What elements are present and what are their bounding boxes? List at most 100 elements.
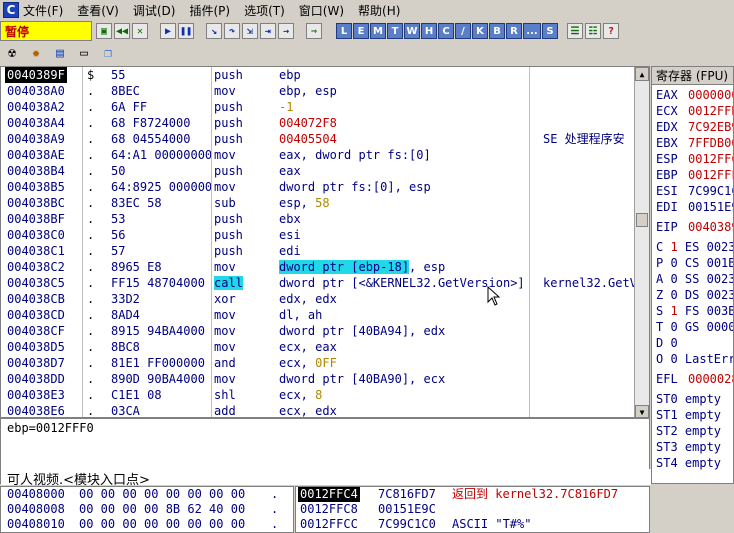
flag-z[interactable]: Z 0 DS 0023 [656,287,733,303]
log-window-button[interactable]: L [336,23,352,39]
stack-pane[interactable]: 0012FFC4 7C816FD7 返回到 kernel32.7C816FD7 001… [295,486,650,533]
register-esi[interactable]: ESI7C99C1C0 [656,183,733,199]
flag-a[interactable]: A 0 SS 0023 [656,271,733,287]
flag-p[interactable]: P 0 CS 001B [656,255,733,271]
disassembly-row[interactable]: 004038A9. 68 04554000 push 00405504 SE 处理程序安 [1,131,649,147]
references-button[interactable]: R [506,23,522,39]
disassembly-row[interactable]: 004038CF. 8915 94BA4000 mov dword ptr [40BA… [1,323,649,339]
register-ebp[interactable]: EBP0012FFF0 [656,167,733,183]
disassembly-row[interactable]: 004038A0. 8BEC mov ebp, esp [1,83,649,99]
disassembly-row[interactable]: 004038C1. 57 push edi [1,243,649,259]
pause-icon[interactable]: ❚❚ [178,23,194,39]
handles-button[interactable]: H [421,23,437,39]
bug-icon[interactable]: ✹ [27,45,45,61]
disassembly-row[interactable]: 004038C5. FF15 48704000 call dword ptr [<&K… [1,275,649,291]
dump-row[interactable]: 00408010 00 00 00 00 00 00 00 00. [1,517,293,532]
scroll-thumb[interactable] [636,213,648,227]
disassembly-row[interactable]: 004038A2. 6A FF push -1 [1,99,649,115]
instruction-operands: ecx, 0FF [279,356,337,370]
breakpoints-button[interactable]: B [489,23,505,39]
register-edi[interactable]: EDI00151E9C [656,199,733,215]
disassembly-row[interactable]: 004038D5. 8BC8 mov ecx, eax [1,339,649,355]
close-process-icon[interactable]: ✕ [132,23,148,39]
executable-modules-button[interactable]: E [353,23,369,39]
menu-options[interactable]: 选项(T) [244,2,285,19]
menu-window[interactable]: 窗口(W) [299,2,344,19]
step-into-icon[interactable]: ↘ [206,23,222,39]
pe-icon[interactable]: ▭ [75,45,93,61]
register-efl[interactable]: EFL00000287 [656,371,733,387]
menu-file[interactable]: 文件(F) [23,2,63,19]
radiation-icon[interactable]: ☢ [3,45,21,61]
go-to-address-icon[interactable]: ⇒ [306,23,322,39]
register-edx[interactable]: EDX7C92EB94 [656,119,733,135]
menu-plugins[interactable]: 插件(P) [189,2,230,19]
stack-row[interactable]: 0012FFC4 7C816FD7 返回到 kernel32.7C816FD7 [296,487,649,502]
flag-s[interactable]: S 1 FS 003B [656,303,733,319]
disassembly-row[interactable]: 004038B5. 64:8925 00000000mov dword ptr fs… [1,179,649,195]
fpu-register-st0[interactable]: ST0 empty [656,391,721,407]
disassembly-row[interactable]: 004038E3. C1E1 08 shl ecx, 8 [1,387,649,403]
scroll-down-icon[interactable]: ▼ [635,405,649,417]
memory-dump-pane[interactable]: 00408000 00 00 00 00 00 00 00 00. 00408008… [0,486,294,533]
cpu-button[interactable]: C [438,23,454,39]
fpu-register-st2[interactable]: ST2 empty [656,423,721,439]
stack-row[interactable]: 0012FFC8 00151E9C [296,502,649,517]
disassembly-row[interactable]: 004038CD. 8AD4 mov dl, ah [1,307,649,323]
dump-row[interactable]: 00408000 00 00 00 00 00 00 00 00. [1,487,293,502]
source-button[interactable]: S [542,23,558,39]
disassembly-row[interactable]: 004038C0. 56 push esi [1,227,649,243]
fpu-register-st3[interactable]: ST3 empty [656,439,721,455]
menu-debug[interactable]: 调试(D) [133,2,176,19]
disassembly-pane[interactable]: 0040389F $55 push ebp 004038A0. 8BEC mov ebp, e… [0,66,650,418]
threads-button[interactable]: T [387,23,403,39]
disassembly-row[interactable]: 004038E6. 03CA add ecx, edx [1,403,649,417]
notes-icon[interactable]: ❐ [99,45,117,61]
disassembly-row[interactable]: 004038DD. 890D 90BA4000 mov dword ptr [40BA… [1,371,649,387]
disassembly-row[interactable]: 004038B4. 50 push eax [1,163,649,179]
list-view-icon[interactable]: ☰ [567,23,583,39]
menu-view[interactable]: 查看(V) [77,2,119,19]
flag-c[interactable]: C 1 ES 0023 [656,239,733,255]
menu-help[interactable]: 帮助(H) [358,2,400,19]
run-icon[interactable]: ▶ [160,23,176,39]
execute-till-return-icon[interactable]: → [278,23,294,39]
options-icon[interactable]: ☷ [585,23,601,39]
run-trace-button[interactable]: ... [523,23,541,39]
patches-button[interactable]: / [455,23,471,39]
register-eip[interactable]: EIP0040389F [656,219,733,235]
register-ebx[interactable]: EBX7FFDB000 [656,135,733,151]
registers-pane[interactable]: 寄存器 (FPU) EAX00000000ECX0012FFB0EDX7C92E… [651,66,734,484]
register-eax[interactable]: EAX00000000 [656,87,733,103]
register-ecx[interactable]: ECX0012FFB0 [656,103,733,119]
register-esp[interactable]: ESP0012FFC4 [656,151,733,167]
scroll-up-icon[interactable]: ▲ [635,67,649,81]
stack-row[interactable]: 0012FFCC 7C99C1C0 ASCII "T#%" [296,517,649,532]
disassembly-row[interactable]: 004038A4. 68 F8724000 push 004072F8 [1,115,649,131]
dump-row[interactable]: 00408008 00 00 00 00 8B 62 40 00. [1,502,293,517]
flag-o[interactable]: O 0 LastErr [656,351,733,367]
disassembly-row[interactable]: 0040389F $55 push ebp [1,67,649,83]
trace-into-icon[interactable]: ⇲ [242,23,258,39]
windows-button[interactable]: W [404,23,420,39]
disassembly-row[interactable]: 004038BF. 53 push ebx [1,211,649,227]
flag-t[interactable]: T 0 GS 0000 [656,319,733,335]
trace-over-icon[interactable]: ⇥ [260,23,276,39]
disassembly-row[interactable]: 004038BC. 83EC 58 sub esp, 58 [1,195,649,211]
disassembly-row[interactable]: 004038AE. 64:A1 00000000 mov eax, dword ptr… [1,147,649,163]
disassembly-scrollbar[interactable]: ▲ ▼ [634,67,649,417]
flag-d[interactable]: D 0 [656,335,678,351]
disassembly-row[interactable]: 004038D7. 81E1 FF000000 and ecx, 0FF [1,355,649,371]
disassembly-row[interactable]: 004038CB. 33D2 xor edx, edx [1,291,649,307]
rewind-icon[interactable]: ◀◀ [114,23,130,39]
script-icon[interactable]: ▤ [51,45,69,61]
memory-map-button[interactable]: M [370,23,386,39]
open-file-icon[interactable]: ▣ [96,23,112,39]
call-stack-button[interactable]: K [472,23,488,39]
disassembly-row[interactable]: 004038C2. 8965 E8 mov dword ptr [ebp-18], e… [1,259,649,275]
help-icon[interactable]: ? [603,23,619,39]
fpu-register-st4[interactable]: ST4 empty [656,455,721,471]
step-over-icon[interactable]: ↷ [224,23,240,39]
fpu-register-st1[interactable]: ST1 empty [656,407,721,423]
instruction-operands: 00405504 [279,132,337,146]
